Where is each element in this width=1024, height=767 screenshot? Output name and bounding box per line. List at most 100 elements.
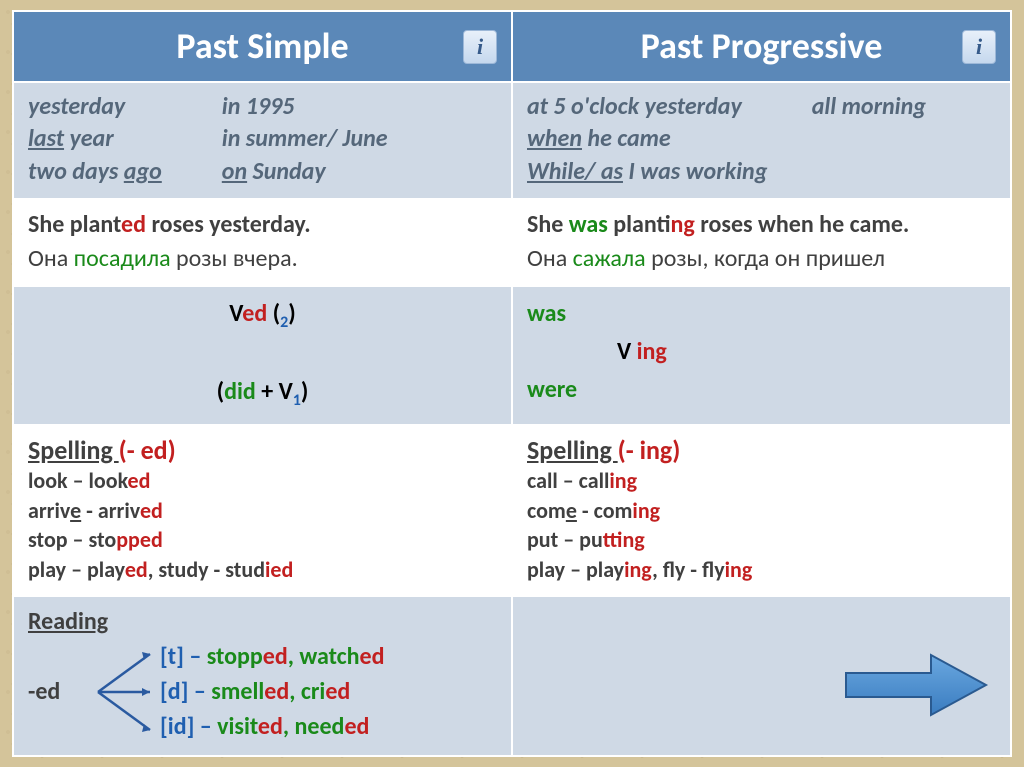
aux: was — [527, 295, 996, 333]
formula-pp: was V ing were — [512, 286, 1011, 425]
suffix: ed — [121, 210, 146, 239]
suffix: tt — [603, 526, 623, 553]
suffix: ing — [624, 556, 652, 583]
suffix: ed — [360, 642, 385, 671]
info-icon[interactable]: i — [962, 30, 996, 64]
header-past-simple: Past Simple i — [13, 11, 512, 82]
text: ( — [267, 299, 280, 328]
suffix: ing — [637, 337, 667, 366]
verb: сажала — [573, 244, 646, 273]
text: arriv — [28, 497, 70, 524]
marker: Sunday — [247, 157, 326, 186]
text: roses yesterday. — [146, 210, 311, 239]
suffix: ed — [140, 526, 163, 553]
text: - com — [577, 497, 633, 524]
suffix: ed — [264, 677, 289, 706]
text: e — [70, 497, 81, 524]
suffix: ed — [242, 299, 267, 328]
text: + V — [256, 377, 293, 406]
suffix: ed — [140, 497, 163, 524]
text: - arriv — [81, 497, 140, 524]
next-cell — [512, 596, 1011, 756]
marker: year — [64, 124, 114, 153]
comparison-table: Past Simple i Past Progressive i yesterd… — [12, 10, 1012, 757]
reading-ps: Reading -ed [t] – stopped, watched [d] –… — [13, 596, 512, 756]
header-title-pp: Past Progressive — [641, 24, 883, 68]
markers-ps: yesterday last year two days ago in 1995… — [13, 82, 512, 199]
example-ps: She planted roses yesterday. Она посадил… — [13, 199, 512, 286]
suffix: ing — [671, 210, 695, 239]
sound: [t] – — [160, 642, 207, 671]
word: , need — [283, 712, 345, 741]
suffix: (- ed) — [119, 434, 176, 466]
marker: last — [28, 124, 64, 153]
aux: did — [224, 377, 256, 406]
marker: in summer/ June — [222, 124, 388, 153]
marker: two days — [28, 157, 124, 186]
prefix: -ed — [28, 675, 88, 710]
text: stop – sto — [28, 526, 116, 553]
title: Reading — [28, 605, 497, 640]
arrow-right-icon[interactable] — [836, 645, 996, 725]
header-past-progressive: Past Progressive i — [512, 11, 1011, 82]
title: Spelling — [28, 434, 119, 466]
marker: While/ as — [527, 157, 623, 186]
example-pp: She was planting roses when he came. Она… — [512, 199, 1011, 286]
text: com — [527, 497, 566, 524]
text: розы вчера. — [171, 244, 298, 273]
suffix: ed — [325, 677, 350, 706]
aux: was — [569, 210, 608, 239]
marker: all morning — [812, 91, 926, 123]
bracket-icon — [94, 642, 154, 742]
text: ( — [217, 377, 224, 406]
suffix: ed — [258, 712, 283, 741]
text: She plant — [28, 210, 121, 239]
text: call – call — [527, 467, 609, 494]
sound: [id] – — [160, 712, 217, 741]
marker: ago — [124, 157, 162, 186]
marker: he came — [582, 124, 671, 153]
text: play – play — [28, 556, 125, 583]
word: , cri — [289, 677, 325, 706]
marker: I was working — [623, 157, 767, 186]
formula-ps: Ved (2) (did + V1) — [13, 286, 512, 425]
marker: on — [222, 157, 247, 186]
suffix: ing — [609, 467, 637, 494]
word: , watch — [288, 642, 360, 671]
aux: were — [527, 371, 996, 409]
sub: 1 — [293, 391, 301, 410]
marker: at 5 o'clock yesterday — [527, 91, 742, 123]
suffix: ed — [344, 712, 369, 741]
text: e — [566, 497, 577, 524]
sound: [d] – — [160, 677, 211, 706]
markers-pp: at 5 o'clock yesterday all morning when … — [512, 82, 1011, 199]
text: , study - stud — [148, 556, 265, 583]
text: V — [229, 299, 242, 328]
spelling-ps: Spelling (- ed) look – looked arrive - a… — [13, 425, 512, 596]
suffix: ed — [125, 556, 148, 583]
text: Она — [28, 244, 74, 273]
suffix: (- ing) — [618, 434, 681, 466]
suffix: ied — [265, 556, 293, 583]
marker: yesterday — [28, 92, 125, 121]
word: visit — [217, 712, 258, 741]
word: smell — [211, 677, 264, 706]
suffix: ed — [263, 642, 288, 671]
text: ) — [288, 299, 295, 328]
spelling-pp: Spelling (- ing) call – calling come - c… — [512, 425, 1011, 596]
text: roses when he came. — [695, 210, 910, 239]
verb: посадила — [74, 244, 171, 273]
text: plant — [608, 210, 671, 239]
word: stopp — [207, 642, 263, 671]
text: look – look — [28, 467, 128, 494]
text: Она — [527, 244, 573, 273]
text: V — [617, 337, 637, 366]
title: Spelling — [527, 434, 618, 466]
suffix: ed — [128, 467, 151, 494]
info-icon[interactable]: i — [463, 30, 497, 64]
text: , fly - fly — [652, 556, 725, 583]
suffix: ing — [632, 497, 660, 524]
suffix: pp — [116, 526, 140, 553]
suffix: ing — [622, 526, 644, 553]
text: put – pu — [527, 526, 603, 553]
